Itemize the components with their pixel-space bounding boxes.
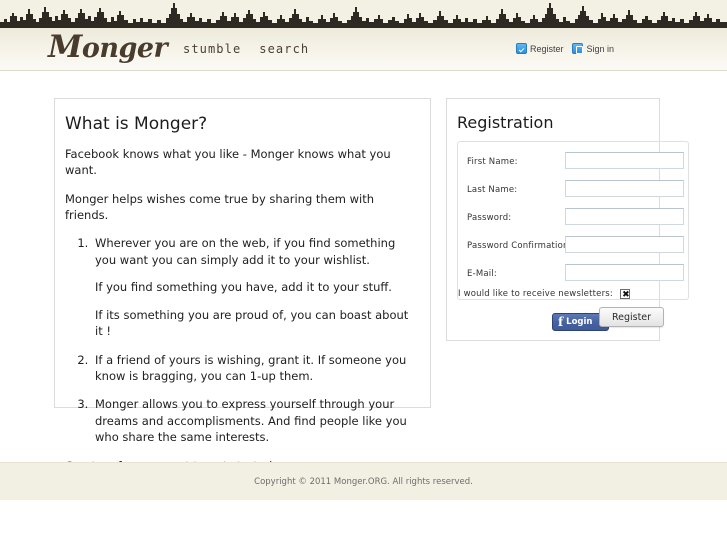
field-row-first-name: First Name:: [458, 150, 688, 178]
field-row-password-confirmation: Password Confirmation:: [458, 234, 688, 262]
signin-link[interactable]: Sign in: [572, 43, 614, 54]
email-label: E-Mail:: [467, 269, 497, 279]
list-item: Monger allows you to express yourself th…: [92, 396, 416, 445]
signin-link-label: Sign in: [586, 43, 614, 54]
check-badge-icon: [515, 43, 527, 54]
intro-paragraph-2: Monger helps wishes come true by sharing…: [65, 191, 375, 222]
login-key-icon: [572, 43, 584, 54]
newsletter-label: I would like to receive newsletters:: [458, 289, 613, 299]
nav-stumble[interactable]: stumble: [183, 42, 241, 56]
page-title: What is Monger?: [65, 114, 208, 134]
last-name-field[interactable]: [565, 180, 684, 197]
facebook-icon: f: [558, 315, 564, 329]
field-row-email: E-Mail:: [458, 262, 688, 290]
list-item-sub: If you find something you have, add it t…: [95, 280, 392, 295]
copyright-text: Copyright © 2011 Monger.ORG. All rights …: [254, 477, 473, 487]
about-body: Facebook knows what you like - Monger kn…: [55, 147, 430, 475]
logo-initial: M: [48, 29, 82, 65]
account-links: Register Sign in: [515, 43, 614, 54]
list-item-main: Monger allows you to express yourself th…: [95, 397, 407, 444]
list-item-main: If a friend of yours is wishing, grant i…: [95, 352, 407, 383]
page-root: Monger stumble search Register Sign in W…: [0, 0, 727, 545]
intro-paragraph-1: Facebook knows what you like - Monger kn…: [65, 147, 391, 177]
register-link[interactable]: Register: [515, 43, 564, 54]
first-name-label: First Name:: [467, 157, 518, 167]
register-link-label: Register: [529, 43, 564, 54]
email-field[interactable]: [565, 264, 684, 281]
site-footer: Copyright © 2011 Monger.ORG. All rights …: [0, 462, 727, 500]
field-row-password: Password:: [458, 206, 688, 234]
skyline-graphic: [0, 0, 727, 28]
list-item-sub: If its something you are proud of, you c…: [95, 307, 409, 338]
password-confirmation-field[interactable]: [565, 236, 684, 253]
last-name-label: Last Name:: [467, 185, 518, 195]
logo-rest: onger: [81, 33, 168, 64]
registration-title: Registration: [457, 113, 554, 132]
register-button[interactable]: Register: [599, 307, 664, 327]
feature-list: Wherever you are on the web, if you find…: [65, 235, 416, 445]
list-item: Wherever you are on the web, if you find…: [92, 235, 416, 339]
newsletter-row: I would like to receive newsletters:: [458, 288, 631, 300]
registration-fieldset: First Name: Last Name: Password: Passwor…: [457, 141, 689, 300]
list-item: If a friend of yours is wishing, grant i…: [92, 352, 416, 385]
skyline-banner: [0, 0, 727, 28]
about-panel: What is Monger? Facebook knows what you …: [54, 98, 431, 473]
first-name-field[interactable]: [565, 152, 684, 169]
site-logo[interactable]: Monger: [48, 29, 168, 65]
password-field[interactable]: [565, 208, 684, 225]
registration-panel: Registration First Name: Last Name: Pass…: [446, 98, 689, 341]
content-area: What is Monger? Facebook knows what you …: [0, 72, 727, 473]
list-item-main: Wherever you are on the web, if you find…: [95, 236, 396, 267]
page-bottom-spacer: [0, 500, 727, 545]
password-confirmation-label: Password Confirmation:: [467, 241, 572, 251]
nav-search[interactable]: search: [259, 42, 309, 56]
field-row-last-name: Last Name:: [458, 178, 688, 206]
newsletter-checkbox[interactable]: [619, 288, 631, 300]
site-header: Monger stumble search Register Sign in: [0, 28, 727, 71]
main-nav: stumble search: [183, 42, 309, 56]
facebook-login-label: Login: [566, 317, 593, 327]
password-label: Password:: [467, 213, 512, 223]
